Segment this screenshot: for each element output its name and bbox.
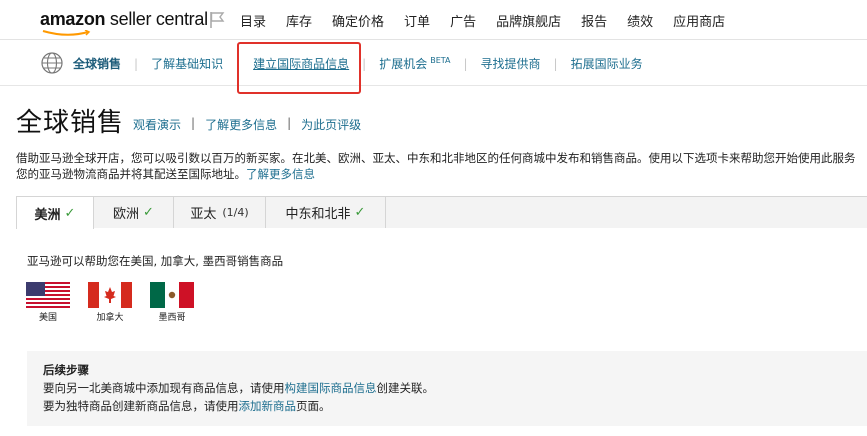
- tab-mena-label: 中东和北非: [285, 207, 351, 222]
- build-international-listings-link[interactable]: 构建国际商品信息: [285, 381, 377, 395]
- country-mexico: 墨西哥: [147, 282, 197, 323]
- tab-asia-pacific[interactable]: 亚太 (1/4): [174, 196, 266, 228]
- add-new-product-link[interactable]: 添加新商品: [239, 399, 297, 413]
- globe-icon: [41, 52, 63, 74]
- menu-appstore[interactable]: 应用商店: [673, 11, 725, 30]
- americas-intro-text: 亚马逊可以帮助您在美国, 加拿大, 墨西哥销售商品: [27, 254, 284, 268]
- line1-pre: 要向另一北美商城中添加现有商品信息，请使用: [43, 381, 285, 395]
- subnav-find-provider[interactable]: 寻找提供商: [481, 55, 541, 72]
- check-icon: ✓: [143, 205, 154, 220]
- global-selling-subnav-bar: 全球销售 | 了解基础知识 | 建立国际商品信息 | 扩展机会 BETA | 寻找…: [0, 40, 867, 86]
- highlight-annotation-box: [237, 42, 361, 94]
- tabs-filler: [386, 196, 867, 228]
- tab-americas-label: 美洲: [34, 207, 61, 223]
- tab-europe-label: 欧洲: [113, 207, 140, 222]
- usa-flag-icon: [26, 282, 70, 308]
- region-tabs: 美洲 ✓ 欧洲 ✓ 亚太 (1/4) 中东和北非 ✓: [16, 196, 867, 229]
- next-steps-heading: 后续步骤: [43, 363, 89, 377]
- amazon-seller-central-logo[interactable]: amazon seller central: [40, 9, 208, 36]
- logo-product: seller central: [109, 9, 208, 29]
- tab-middle-east-north-africa[interactable]: 中东和北非 ✓: [266, 196, 386, 228]
- description-line-2-text: 您的亚马逊物流商品并将其配送至国际地址。: [16, 167, 246, 181]
- subnav-global-selling[interactable]: 全球销售: [73, 55, 121, 72]
- subnav-separator: |: [362, 56, 367, 71]
- subnav-expansion-opportunities[interactable]: 扩展机会 BETA: [379, 55, 450, 72]
- menu-stores[interactable]: 品牌旗舰店: [496, 11, 561, 30]
- title-separator: |: [287, 116, 292, 130]
- country-canada-label: 加拿大: [96, 313, 124, 323]
- menu-performance[interactable]: 绩效: [627, 11, 653, 30]
- subnav-expand-international[interactable]: 拓展国际业务: [571, 55, 643, 72]
- line2-post: 页面。: [296, 399, 331, 413]
- menu-inventory[interactable]: 库存: [286, 11, 312, 30]
- menu-catalog[interactable]: 目录: [240, 11, 266, 30]
- tab-asia-pacific-count: (1/4): [222, 206, 249, 219]
- menu-reports[interactable]: 报告: [581, 11, 607, 30]
- description-line-1: 借助亚马逊全球开店，您可以吸引数以百万的新买家。在北美、欧洲、亚太、中东和北非地…: [16, 151, 856, 165]
- watch-demo-link[interactable]: 观看演示: [133, 116, 181, 133]
- description-learn-more-link[interactable]: 了解更多信息: [246, 167, 315, 181]
- subnav-learn-basics[interactable]: 了解基础知识: [151, 55, 223, 72]
- country-usa: 美国: [23, 282, 73, 323]
- check-icon: ✓: [354, 205, 366, 220]
- subnav-separator: |: [134, 56, 139, 71]
- amazon-smile-icon: [42, 30, 91, 36]
- tab-asia-pacific-label: 亚太: [190, 207, 217, 222]
- menu-advertising[interactable]: 广告: [450, 11, 476, 30]
- next-steps-line-2: 要为独特商品创建新商品信息，请使用添加新商品页面。: [43, 398, 331, 414]
- canada-flag-icon: [88, 282, 132, 308]
- title-separator: |: [191, 116, 196, 130]
- line1-post: 创建关联。: [376, 381, 435, 395]
- subnav-expansion-label: 扩展机会: [379, 57, 428, 71]
- menu-pricing[interactable]: 确定价格: [332, 11, 384, 30]
- beta-badge: BETA: [430, 56, 451, 65]
- top-navigation-bar: amazon seller central 目录 库存 确定价格 订单 广告 品…: [0, 0, 867, 40]
- next-steps-line-1: 要向另一北美商城中添加现有商品信息，请使用构建国际商品信息创建关联。: [43, 380, 434, 396]
- flag-icon[interactable]: [208, 11, 226, 29]
- check-icon: ✓: [64, 205, 76, 221]
- learn-more-link[interactable]: 了解更多信息: [205, 116, 277, 133]
- subnav-separator: |: [463, 56, 468, 71]
- description-line-2: 您的亚马逊物流商品并将其配送至国际地址。了解更多信息: [16, 166, 867, 182]
- mexico-flag-icon: [150, 282, 194, 308]
- country-usa-label: 美国: [38, 313, 57, 323]
- logo-brand: amazon: [40, 9, 106, 29]
- page-description: 借助亚马逊全球开店，您可以吸引数以百万的新买家。在北美、欧洲、亚太、中东和北非地…: [16, 150, 867, 182]
- page-title: 全球销售: [16, 108, 125, 138]
- title-links: 观看演示 | 了解更多信息 | 为此页评级: [133, 116, 361, 133]
- country-mexico-label: 墨西哥: [158, 313, 186, 323]
- tab-europe[interactable]: 欧洲 ✓: [94, 196, 174, 228]
- next-steps-box: 后续步骤 要向另一北美商城中添加现有商品信息，请使用构建国际商品信息创建关联。 …: [27, 351, 867, 426]
- line2-pre: 要为独特商品创建新商品信息，请使用: [43, 399, 239, 413]
- rate-page-link[interactable]: 为此页评级: [301, 116, 361, 133]
- main-menu: 目录 库存 确定价格 订单 广告 品牌旗舰店 报告 绩效 应用商店: [240, 11, 745, 30]
- tab-americas[interactable]: 美洲 ✓: [16, 196, 94, 229]
- menu-orders[interactable]: 订单: [404, 11, 430, 30]
- country-canada: 加拿大: [85, 282, 135, 323]
- subnav-separator: |: [553, 56, 558, 71]
